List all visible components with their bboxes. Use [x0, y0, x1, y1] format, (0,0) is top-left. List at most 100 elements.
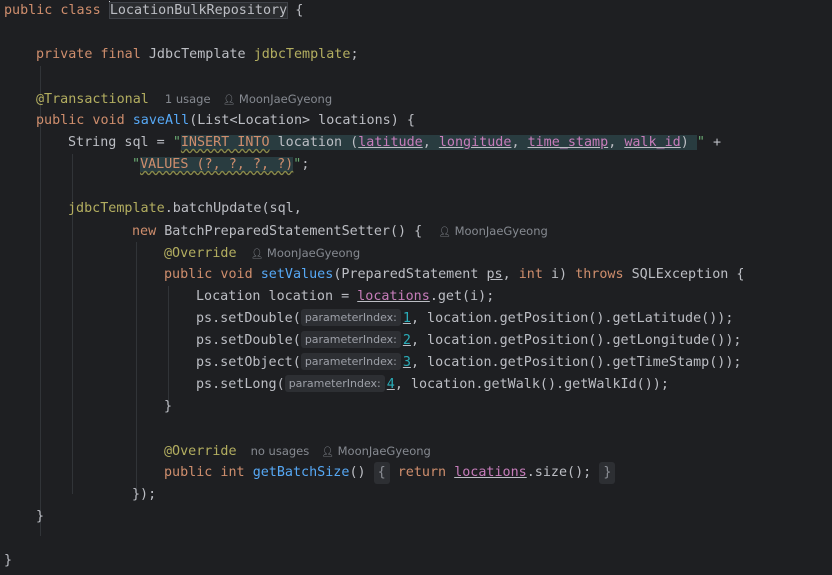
string-quote: ": [132, 157, 141, 172]
user-icon: 👤︎: [222, 95, 236, 106]
parameter-hint: parameterIndex:: [300, 309, 401, 326]
code-text: (PreparedStatement: [333, 267, 487, 282]
code-line-13[interactable]: public void setValues(PreparedStatement …: [0, 264, 832, 286]
brace: }: [4, 553, 13, 568]
annotation: @Override: [164, 444, 237, 459]
code-line-10[interactable]: jdbcTemplate.batchUpdate(sql,: [0, 198, 832, 220]
code-line-24[interactable]: }: [0, 506, 832, 528]
code-text: .batchUpdate(sql,: [164, 201, 302, 216]
captured-var[interactable]: locations: [454, 465, 527, 480]
sql-column: time_stamp: [527, 135, 609, 150]
keyword: return: [397, 465, 455, 480]
punct: ;: [301, 157, 310, 172]
field-ref[interactable]: jdbcTemplate: [68, 201, 165, 216]
class-name[interactable]: LocationBulkRepository: [108, 2, 289, 19]
sql-column: latitude: [358, 135, 423, 150]
parameter-hint: parameterIndex:: [284, 375, 385, 392]
code-text: .size();: [526, 465, 592, 480]
fold-region-end[interactable]: }: [599, 462, 616, 484]
user-icon: 👤︎: [250, 249, 264, 260]
operator: +: [704, 135, 722, 150]
code-line-12[interactable]: @Override 👤︎ MoonJaeGyeong: [0, 242, 832, 264]
code-line-21[interactable]: @Override no usages 👤︎ MoonJaeGyeong: [0, 440, 832, 462]
sql-keyword: INSERT INTO: [180, 135, 270, 150]
keyword: throws: [575, 267, 632, 282]
author-hint[interactable]: 👤︎ MoonJaeGyeong: [438, 224, 548, 238]
author-hint[interactable]: 👤︎ MoonJaeGyeong: [223, 92, 333, 106]
code-text: .get(i);: [429, 289, 495, 304]
code-text: , location.getPosition().getTimeStamp())…: [410, 355, 742, 370]
number-literal: 2: [402, 333, 411, 348]
keyword: private final: [36, 47, 149, 62]
signature: (List<Location> locations) {: [189, 113, 415, 128]
code-text: , location.getWalk().getWalkId());: [394, 377, 669, 392]
sql-table: location (: [269, 135, 359, 150]
punct: ;: [350, 47, 359, 62]
code-line-6[interactable]: public void saveAll(List<Location> locat…: [0, 110, 832, 132]
user-icon: 👤︎: [438, 227, 451, 238]
code-line-3[interactable]: private final JdbcTemplate jdbcTemplate;: [0, 44, 832, 66]
sql-column: longitude: [438, 135, 512, 150]
sql-values[interactable]: VALUES (?, ?, ?, ?): [140, 157, 294, 172]
code-text: ,: [502, 267, 519, 282]
usages-hint[interactable]: no usages: [251, 444, 310, 458]
author-name: MoonJaeGyeong: [266, 246, 361, 260]
parameter-hint: parameterIndex:: [300, 353, 401, 370]
keyword: int: [518, 267, 551, 282]
code-text: , location.getPosition().getLatitude());: [410, 311, 734, 326]
author-hint[interactable]: 👤︎ MoonJaeGyeong: [251, 246, 361, 260]
author-name: MoonJaeGyeong: [238, 92, 333, 106]
code-text: SQLException {: [631, 267, 745, 282]
code-line-22[interactable]: public int getBatchSize() { return locat…: [0, 462, 832, 484]
keyword: public void: [36, 113, 133, 128]
code-text: ps.setLong(: [196, 377, 285, 392]
code-line-17[interactable]: ps.setObject(parameterIndex: 3, location.…: [0, 352, 832, 374]
number-literal: 1: [402, 311, 411, 326]
code-line-23[interactable]: });: [0, 484, 832, 506]
type-name: JdbcTemplate: [148, 47, 254, 62]
captured-var[interactable]: locations: [357, 289, 430, 304]
code-text: (): [349, 465, 366, 480]
author-name: MoonJaeGyeong: [337, 444, 431, 458]
sql-sep: ,: [608, 135, 625, 150]
author-hint[interactable]: 👤︎ MoonJaeGyeong: [321, 444, 431, 458]
code-line-14[interactable]: Location location = locations.get(i);: [0, 286, 832, 308]
code-line-16[interactable]: ps.setDouble(parameterIndex: 2, location.…: [0, 330, 832, 352]
code-line-15[interactable]: ps.setDouble(parameterIndex: 1, location.…: [0, 308, 832, 330]
code-editor[interactable]: public class LocationBulkRepository { pr…: [0, 0, 832, 575]
code-line-11[interactable]: new BatchPreparedStatementSetter() { 👤︎ M…: [0, 220, 832, 242]
code-line-26[interactable]: }: [0, 550, 832, 572]
code-text: BatchPreparedStatementSetter() {: [164, 224, 423, 239]
code-line-8[interactable]: "VALUES (?, ?, ?, ?)";: [0, 154, 832, 176]
keyword: new: [132, 224, 165, 239]
fold-region-start[interactable]: {: [373, 462, 390, 484]
method-name[interactable]: getBatchSize: [253, 465, 350, 480]
punct: {: [287, 3, 304, 18]
field-name[interactable]: jdbcTemplate: [254, 47, 351, 62]
usages-hint[interactable]: 1 usage: [165, 92, 211, 106]
method-name[interactable]: setValues: [261, 267, 334, 282]
code-text: ps.setObject(: [196, 355, 301, 370]
code-line-5[interactable]: @Transactional 1 usage 👤︎ MoonJaeGyeong: [0, 88, 832, 110]
annotation: @Override: [164, 246, 237, 261]
string-quote: ": [172, 135, 181, 150]
sql-injection[interactable]: INSERT INTO location (latitude, longitud…: [180, 135, 697, 150]
keyword: public class: [4, 3, 109, 18]
code-line-19[interactable]: }: [0, 396, 832, 418]
user-icon: 👤︎: [321, 447, 334, 458]
annotation: @Transactional: [36, 92, 149, 107]
code-line-7[interactable]: String sql = "INSERT INTO location (lati…: [0, 132, 832, 154]
parameter-hint: parameterIndex:: [300, 331, 401, 348]
brace: }: [164, 399, 173, 414]
string-quote: ": [696, 135, 705, 150]
code-line-18[interactable]: ps.setLong(parameterIndex: 4, location.ge…: [0, 374, 832, 396]
code-line-1[interactable]: public class LocationBulkRepository {: [0, 0, 832, 22]
code-text: , location.getPosition().getLongitude())…: [410, 333, 742, 348]
code-text: ps.setDouble(: [196, 311, 301, 326]
sql-column: walk_id: [624, 135, 681, 150]
param-name: ps: [486, 267, 503, 282]
number-literal: 4: [386, 377, 395, 392]
code-text: i): [551, 267, 576, 282]
method-name[interactable]: saveAll: [133, 113, 189, 128]
brace: }: [36, 509, 45, 524]
